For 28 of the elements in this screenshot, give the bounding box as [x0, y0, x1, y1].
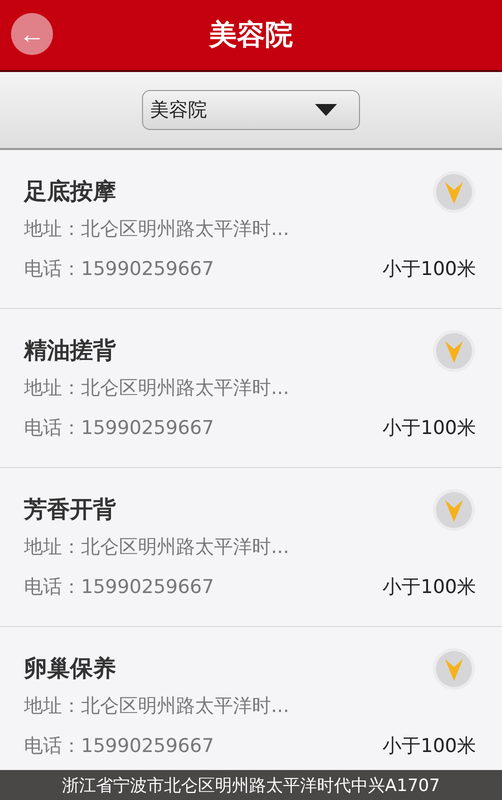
navigation-icon[interactable] — [432, 170, 476, 214]
list-item[interactable]: 卵巢保养 地址：北仑区明州路太平洋时... 电话：15990259667 小于100米 — [0, 627, 502, 770]
item-phone: 电话：15990259667 — [24, 734, 214, 759]
navigation-icon[interactable] — [432, 488, 476, 532]
item-name: 精油搓背 — [24, 336, 116, 366]
item-phone: 电话：15990259667 — [24, 575, 214, 600]
item-phone: 电话：15990259667 — [24, 257, 214, 282]
item-phone: 电话：15990259667 — [24, 416, 214, 441]
item-address: 地址：北仑区明州路太平洋时... — [24, 535, 290, 560]
navigation-icon[interactable] — [432, 329, 476, 373]
item-distance: 小于100米 — [382, 575, 476, 600]
item-distance: 小于100米 — [382, 416, 476, 441]
list-item[interactable]: 足底按摩 地址：北仑区明州路太平洋时... 电话：15990259667 小于100米 — [0, 150, 502, 309]
page-title: 美容院 — [209, 17, 293, 53]
item-address: 地址：北仑区明州路太平洋时... — [24, 217, 290, 242]
item-address: 地址：北仑区明州路太平洋时... — [24, 694, 290, 719]
list-item[interactable]: 精油搓背 地址：北仑区明州路太平洋时... 电话：15990259667 小于100米 — [0, 309, 502, 468]
item-distance: 小于100米 — [382, 734, 476, 759]
item-name: 卵巢保养 — [24, 654, 116, 684]
item-name: 足底按摩 — [24, 178, 116, 206]
category-dropdown[interactable]: 美容院 — [142, 90, 360, 130]
item-address: 地址：北仑区明州路太平洋时... — [24, 376, 290, 401]
item-distance: 小于100米 — [382, 257, 476, 282]
list-item[interactable]: 芳香开背 地址：北仑区明州路太平洋时... 电话：15990259667 小于100米 — [0, 468, 502, 627]
address-text: 浙江省宁波市北仑区明州路太平洋时代中兴A1707 — [62, 774, 440, 796]
navigation-icon[interactable] — [432, 647, 476, 691]
caret-icon — [315, 104, 337, 116]
item-name: 芳香开背 — [24, 496, 116, 524]
